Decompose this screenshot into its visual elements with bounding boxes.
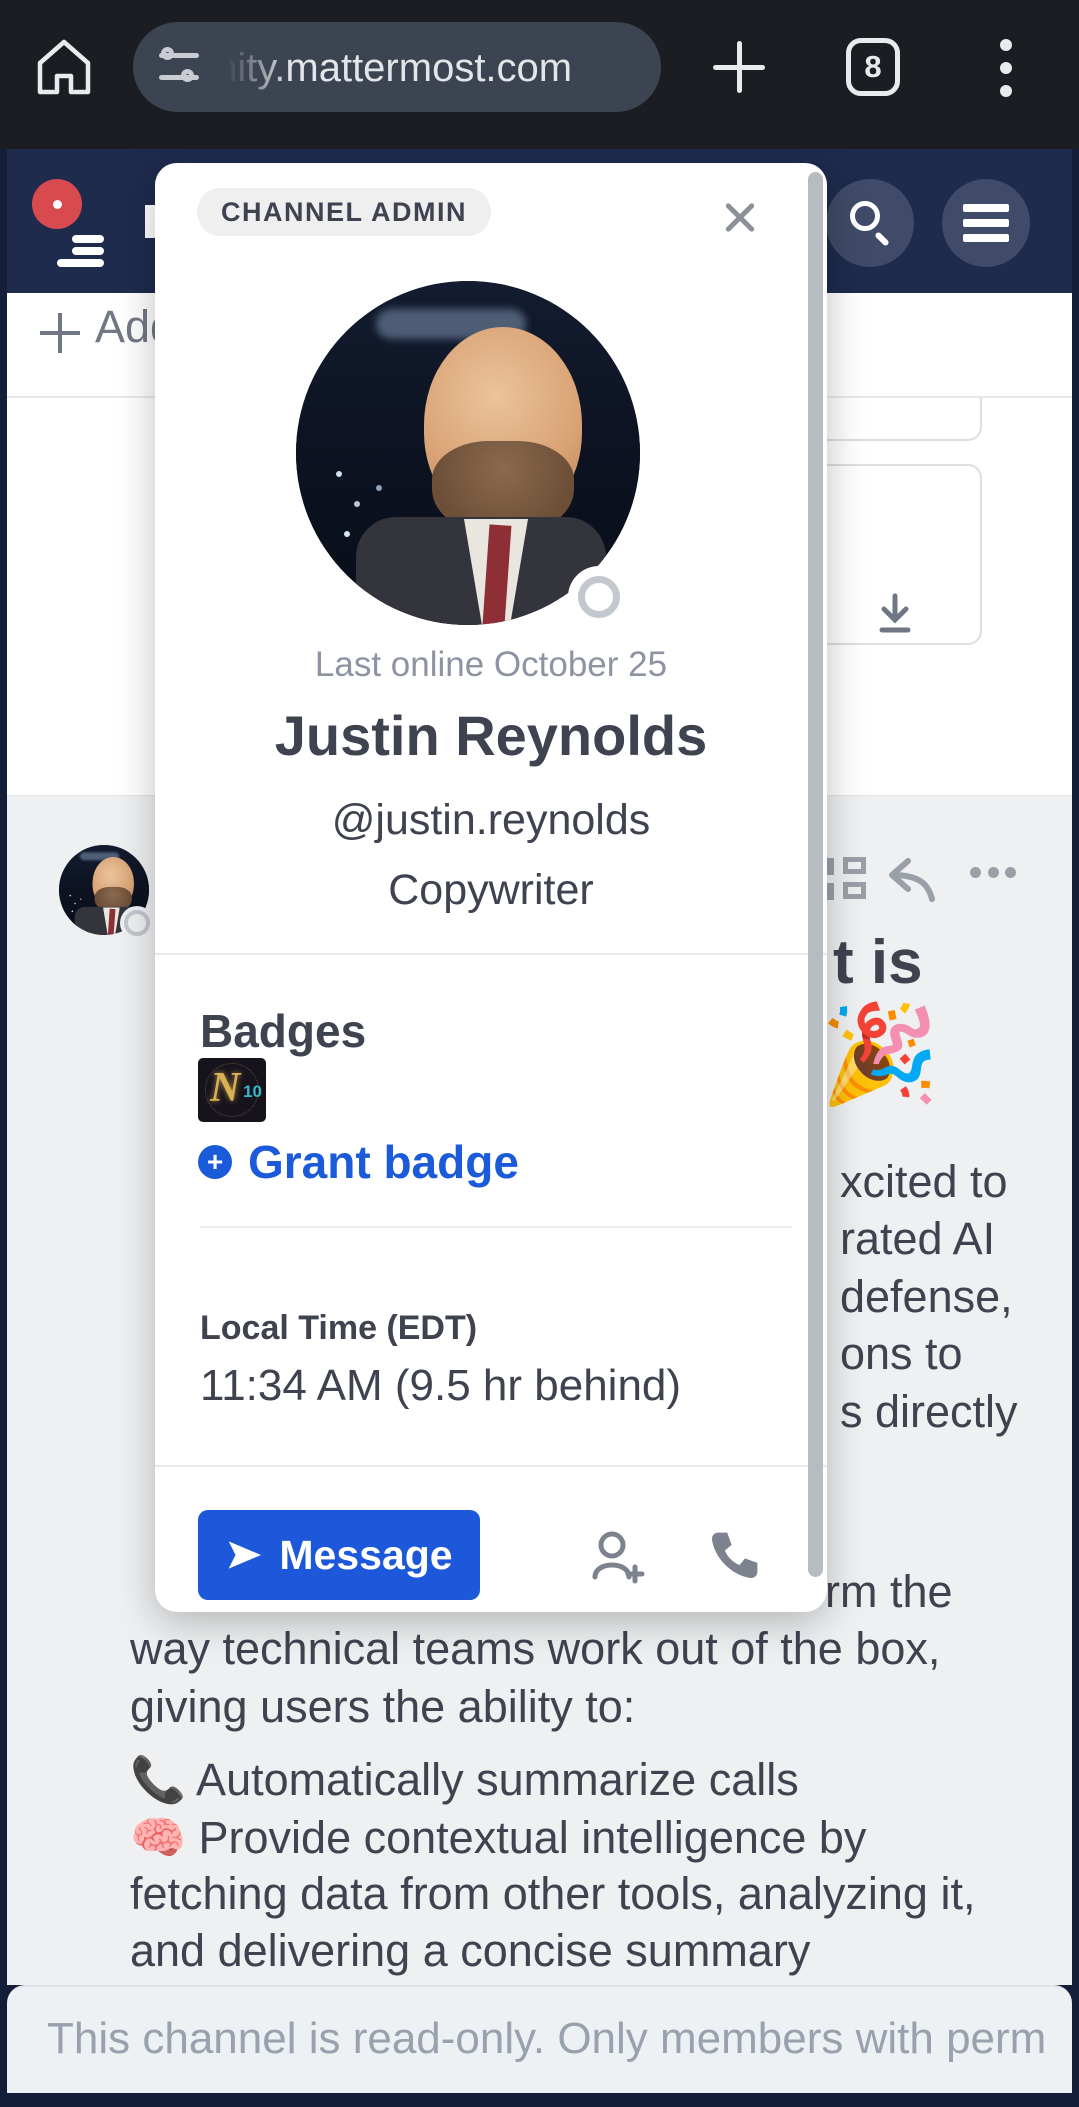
profile-position: Copywriter <box>155 866 827 915</box>
post-bullet-line: fetching data from other tools, analyzin… <box>130 1868 975 1920</box>
badge-tile[interactable]: N 10 <box>198 1058 266 1122</box>
grant-badge-label: Grant badge <box>248 1135 519 1189</box>
popover-scrollbar[interactable] <box>808 172 823 1577</box>
badges-title: Badges <box>200 1004 366 1058</box>
new-tab-icon[interactable] <box>713 41 765 93</box>
profile-username: @justin.reynolds <box>155 796 827 845</box>
readonly-notice: This channel is read-only. Only members … <box>47 1987 1047 2091</box>
post-text-fragment: rm the <box>825 1566 953 1618</box>
post-bullet-line: and delivering a concise summary <box>130 1925 810 1977</box>
send-icon <box>225 1538 263 1572</box>
tab-counter[interactable]: 8 <box>846 38 900 96</box>
profile-popover: CHANNEL ADMIN Last online October 25 Jus… <box>155 163 827 1612</box>
phone-icon[interactable] <box>707 1527 763 1583</box>
site-settings-icon[interactable] <box>159 48 203 86</box>
search-button[interactable] <box>826 179 914 267</box>
party-popper-emoji: 🎉 <box>820 999 940 1111</box>
search-icon <box>850 201 880 231</box>
post-text-fragment: s directly <box>840 1386 1018 1438</box>
browser-toolbar: nity.mattermost.com 8 <box>0 0 1079 149</box>
post-text-fragment: defense, <box>840 1271 1013 1323</box>
reply-icon[interactable] <box>884 855 942 908</box>
local-time-label: Local Time (EDT) <box>200 1309 477 1348</box>
url-bar[interactable]: nity.mattermost.com <box>133 22 661 112</box>
home-icon[interactable] <box>34 36 94 103</box>
message-button[interactable]: Message <box>198 1510 480 1600</box>
add-tab-icon[interactable] <box>40 313 80 353</box>
post-body-line: way technical teams work out of the box, <box>130 1623 940 1675</box>
sidebar-toggle-button[interactable] <box>25 177 135 272</box>
menu-icon <box>963 204 1009 242</box>
section-divider <box>155 953 827 955</box>
post-text-fragment: rated AI <box>840 1213 995 1265</box>
url-fade <box>211 32 291 102</box>
post-bullet-line: 📞 Automatically summarize calls <box>130 1753 799 1806</box>
plus-circle-icon: + <box>198 1145 232 1179</box>
post-text-fragment: xcited to <box>840 1156 1008 1208</box>
grant-badge-link[interactable]: + Grant badge <box>198 1135 519 1189</box>
last-online-text: Last online October 25 <box>155 645 827 685</box>
inset-divider <box>200 1226 792 1228</box>
section-divider <box>155 1465 827 1467</box>
post-heading-fragment: t is <box>833 927 923 998</box>
close-icon[interactable] <box>715 193 763 241</box>
post-avatar-status <box>120 906 154 940</box>
browser-menu-icon[interactable] <box>1000 39 1012 97</box>
message-button-label: Message <box>279 1532 452 1579</box>
readonly-footer: This channel is read-only. Only members … <box>7 1985 1072 2093</box>
local-time-value: 11:34 AM (9.5 hr behind) <box>200 1361 681 1411</box>
post-body-line: giving users the ability to: <box>130 1681 635 1733</box>
post-more-icon[interactable] <box>970 867 1016 878</box>
download-icon[interactable] <box>875 592 915 647</box>
channel-menu-button[interactable] <box>942 179 1030 267</box>
apps-grid-icon[interactable] <box>823 857 875 901</box>
unread-badge <box>32 179 82 229</box>
add-person-icon[interactable] <box>585 1525 649 1589</box>
post-bullet-line: 🧠 Provide contextual intelligence by <box>130 1811 866 1864</box>
status-indicator-offline <box>568 566 630 628</box>
role-badge: CHANNEL ADMIN <box>197 188 491 236</box>
post-text-fragment: ons to <box>840 1328 963 1380</box>
badge-level: 10 <box>243 1082 262 1102</box>
app-root: nity.mattermost.com 8 Add <box>0 0 1079 2107</box>
badge-glyph: N <box>210 1064 240 1112</box>
profile-name: Justin Reynolds <box>155 703 827 768</box>
